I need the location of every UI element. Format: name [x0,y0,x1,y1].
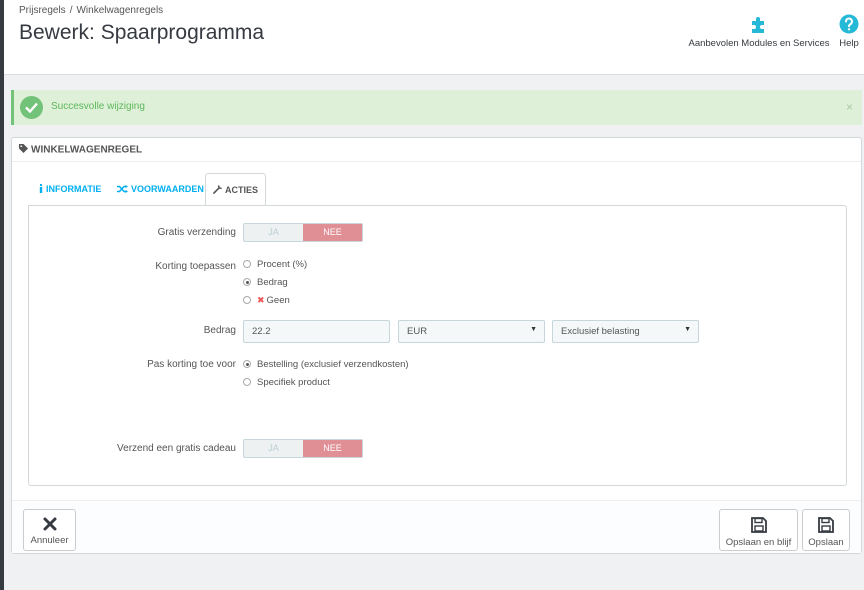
tag-icon [19,144,28,156]
radio-bedrag-label: Bedrag [257,277,288,288]
save-icon [750,517,767,533]
free-gift-switch[interactable]: JA NEE [243,439,363,458]
wrench-icon [213,185,222,196]
free-shipping-yes[interactable]: JA [244,224,303,241]
page-header: Prijsregels / Winkelwagenregels Bewerk: Sp… [4,0,864,75]
alert-message: Succesvolle wijziging [51,101,145,112]
free-shipping-switch[interactable]: JA NEE [243,223,363,242]
save-button[interactable]: Opslaan [802,509,850,551]
free-shipping-no[interactable]: NEE [303,224,362,241]
tax-select[interactable]: Exclusief belasting ▼ [552,320,699,343]
breadcrumb-item-winkelwagenregels[interactable]: Winkelwagenregels [76,5,163,16]
breadcrumb-item-prijsregels[interactable]: Prijsregels [19,5,66,16]
close-icon [43,517,56,531]
save-icon [818,517,834,533]
free-shipping-label: Gratis verzending [157,227,236,238]
radio-procent-dot[interactable] [243,260,251,268]
radio-bedrag-dot[interactable] [243,278,251,286]
tab-informatie-label: Informatie [46,184,102,194]
help-label: Help [839,38,859,49]
actions-tab-content: Gratis verzending JA NEE Korting toepass… [28,205,847,486]
save-and-stay-label: Opslaan en blijf [725,537,792,548]
panel-heading-title: Winkelwagenregel [31,144,143,156]
radio-bedrag[interactable]: Bedrag [243,277,288,288]
radio-procent-label: Procent (%) [257,259,308,270]
currency-select-value: EUR [407,326,428,337]
success-alert: Succesvolle wijziging × [11,90,862,125]
radio-geen[interactable]: ✖ Geen [243,295,290,306]
tab-voorwaarden[interactable]: Voorwaarden [117,173,204,206]
tab-acties[interactable]: Acties [205,173,266,206]
save-and-stay-button[interactable]: Opslaan en blijf [719,509,798,551]
caret-down-icon: ▼ [530,326,537,333]
page-title: Bewerk: Spaarprogramma [19,21,265,44]
free-gift-yes[interactable]: JA [244,440,303,457]
cart-rule-panel: Winkelwagenregel Informatie Voorwaarden … [11,137,862,554]
save-label: Opslaan [808,537,844,548]
check-circle-icon [20,96,43,119]
radio-specific-product-label: Specifiek product [257,377,330,388]
free-gift-label: Verzend een gratis cadeau [117,443,236,454]
close-icon: ✖ [257,295,265,305]
puzzle-icon [752,17,764,33]
panel-footer: Annuleer Opslaan en blijf Opslaan [12,500,861,553]
tab-voorwaarden-label: Voorwaarden [131,184,204,194]
currency-select[interactable]: EUR ▼ [398,320,545,343]
panel-heading: Winkelwagenregel [12,138,861,162]
radio-order-dot[interactable] [243,360,251,368]
shuffle-icon [117,185,128,195]
alert-close-button[interactable]: × [846,100,853,114]
cancel-label: Annuleer [30,535,69,546]
cancel-button[interactable]: Annuleer [23,509,76,551]
radio-geen-label: Geen [266,295,290,306]
apply-discount-label: Korting toepassen [155,261,236,272]
caret-down-icon: ▼ [684,326,691,333]
breadcrumb-separator: / [69,5,73,16]
radio-specific-product-dot[interactable] [243,378,251,386]
question-icon [839,14,859,34]
amount-input[interactable]: 22.2 [243,320,390,343]
radio-procent[interactable]: Procent (%) [243,259,307,270]
tab-informatie[interactable]: Informatie [39,173,101,206]
tab-acties-label: Acties [224,185,258,195]
amount-label: Bedrag [203,325,236,336]
help-button[interactable]: Help [836,14,862,49]
radio-order-label: Bestelling (exclusief verzendkosten) [257,359,409,370]
breadcrumb: Prijsregels / Winkelwagenregels [19,5,163,16]
recommended-modules-button[interactable]: Aanbevolen Modules en Services [688,14,830,49]
radio-order[interactable]: Bestelling (exclusief verzendkosten) [243,359,409,370]
apply-to-label: Pas korting toe voor [147,359,236,370]
free-gift-no[interactable]: NEE [303,440,362,457]
sidebar-edge [0,0,4,590]
radio-specific-product[interactable]: Specifiek product [243,377,330,388]
radio-geen-dot[interactable] [243,296,251,304]
recommended-modules-label: Aanbevolen Modules en Services [688,38,830,49]
tax-select-value: Exclusief belasting [561,326,640,337]
info-icon [39,184,43,195]
